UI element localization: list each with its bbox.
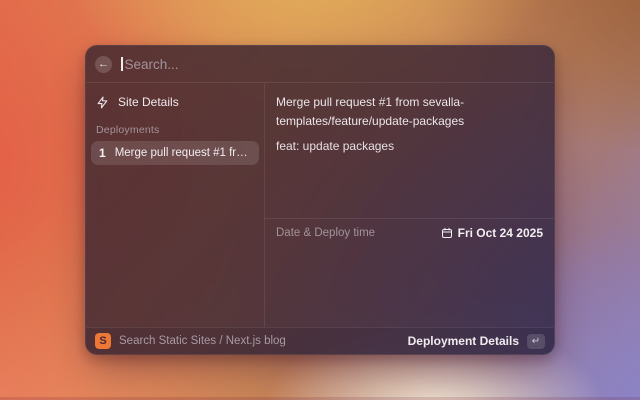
search-input[interactable] bbox=[125, 57, 546, 72]
palette-body: Site Details Deployments 1 Merge pull re… bbox=[86, 83, 554, 327]
logo-letter: S bbox=[99, 335, 106, 347]
results-sidebar: Site Details Deployments 1 Merge pull re… bbox=[86, 83, 265, 327]
date-row: Date & Deploy time Fri Oct 24 2025 bbox=[265, 218, 554, 246]
sevalla-logo-icon: S bbox=[95, 333, 111, 349]
zap-icon bbox=[96, 96, 109, 109]
commit-message: feat: update packages bbox=[276, 138, 543, 155]
search-bar: ← bbox=[86, 46, 554, 83]
deployments-section-header: Deployments bbox=[96, 124, 259, 136]
sidebar-item-site-details[interactable]: Site Details bbox=[91, 90, 259, 114]
deployment-list-item[interactable]: 1 Merge pull request #1 from seva... bbox=[91, 141, 259, 165]
text-cursor bbox=[121, 57, 123, 71]
deployment-title: Merge pull request #1 from sevalla-templ… bbox=[276, 93, 543, 131]
command-palette-window: ← Site Details Deployments 1 Merge pull … bbox=[85, 45, 555, 355]
sidebar-item-label: Site Details bbox=[118, 95, 179, 109]
desktop-wallpaper: ← Site Details Deployments 1 Merge pull … bbox=[0, 0, 640, 400]
calendar-icon bbox=[441, 227, 453, 239]
deployment-details-action[interactable]: Deployment Details bbox=[408, 334, 519, 348]
detail-body: Merge pull request #1 from sevalla-templ… bbox=[265, 83, 554, 218]
detail-panel: Merge pull request #1 from sevalla-templ… bbox=[265, 83, 554, 327]
palette-footer: S Search Static Sites / Next.js blog Dep… bbox=[86, 327, 554, 354]
breadcrumb: Search Static Sites / Next.js blog bbox=[119, 335, 286, 347]
date-value: Fri Oct 24 2025 bbox=[458, 226, 543, 240]
back-button[interactable]: ← bbox=[95, 56, 112, 73]
enter-key-icon[interactable]: ↵ bbox=[527, 334, 545, 349]
item-label: Merge pull request #1 from seva... bbox=[115, 147, 251, 159]
detail-spacer bbox=[265, 246, 554, 327]
date-label: Date & Deploy time bbox=[276, 227, 375, 239]
item-index: 1 bbox=[99, 146, 106, 160]
arrow-left-icon: ← bbox=[98, 56, 109, 72]
deploy-date: Fri Oct 24 2025 bbox=[441, 226, 543, 240]
